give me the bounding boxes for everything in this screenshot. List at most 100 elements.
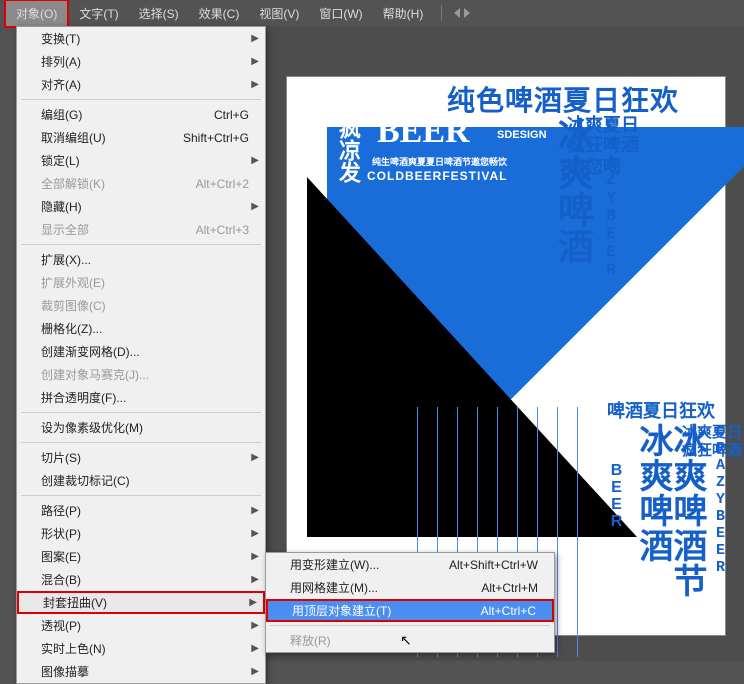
- history-arrows[interactable]: [454, 8, 470, 18]
- menu-item-16: 创建对象马赛克(J)...: [17, 363, 265, 386]
- menu-item-0[interactable]: 变换(T)▶: [17, 27, 265, 50]
- submenu-item-label: 用网格建立(M)...: [290, 579, 378, 596]
- menu-help[interactable]: 帮助(H): [373, 1, 434, 26]
- submenu-item-label: 用顶层对象建立(T): [292, 602, 391, 619]
- submenu-item-shortcut: Alt+Ctrl+M: [481, 581, 538, 595]
- menu-view[interactable]: 视图(V): [249, 1, 309, 26]
- menu-item-2[interactable]: 对齐(A) ▶: [17, 73, 265, 96]
- menu-item-17[interactable]: 拼合透明度(F)...: [17, 386, 265, 409]
- menu-item-6[interactable]: 锁定(L)▶: [17, 149, 265, 172]
- art-t10: COLDBEERFESTIVAL: [367, 169, 507, 183]
- menu-item-25[interactable]: 形状(P) ▶: [17, 522, 265, 545]
- art-t9: 纯生啤酒爽夏夏日啤酒节邀您畅饮: [372, 155, 507, 168]
- art-t3b: BEER: [607, 462, 625, 530]
- menu-item-15[interactable]: 创建渐变网格(D)...: [17, 340, 265, 363]
- menu-item-19[interactable]: 设为像素级优化(M): [17, 416, 265, 439]
- menu-item-22[interactable]: 创建裁切标记(C): [17, 469, 265, 492]
- menu-effect[interactable]: 效果(C): [189, 1, 250, 26]
- menu-item-label: 隐藏(H): [41, 198, 82, 215]
- menu-separator: [270, 625, 550, 626]
- menu-item-13: 裁剪图像(C): [17, 294, 265, 317]
- menu-separator: [21, 99, 261, 100]
- menu-item-label: 创建裁切标记(C): [41, 472, 130, 489]
- art-title-1: 啤酒狂欢节: [337, 85, 427, 111]
- menu-separator: [21, 244, 261, 245]
- separator: [441, 5, 442, 21]
- art-t12b: CRAZYBEER: [712, 423, 729, 576]
- chevron-right-icon: ▶: [251, 56, 259, 67]
- menu-item-label: 设为像素级优化(M): [41, 419, 143, 436]
- menu-item-label: 对齐(A): [41, 76, 81, 93]
- menu-item-label: 实时上色(N): [41, 640, 106, 657]
- chevron-right-icon: ▶: [251, 452, 259, 463]
- chevron-right-icon: ▶: [251, 33, 259, 44]
- menu-item-label: 扩展(X)...: [41, 251, 91, 268]
- submenu-item-0[interactable]: 用变形建立(W)... Alt+Shift+Ctrl+W: [266, 553, 554, 576]
- menu-window[interactable]: 窗口(W): [309, 1, 372, 26]
- chevron-right-icon: ▶: [251, 505, 259, 516]
- menu-object[interactable]: 对象(O): [4, 0, 69, 28]
- menu-item-label: 排列(A): [41, 53, 81, 70]
- chevron-right-icon: ▶: [251, 201, 259, 212]
- chevron-right-icon: ▶: [251, 574, 259, 585]
- menu-item-31[interactable]: 图像描摹▶: [17, 660, 265, 683]
- menu-item-label: 创建渐变网格(D)...: [41, 343, 140, 360]
- menu-item-label: 拼合透明度(F)...: [41, 389, 126, 406]
- menu-item-label: 裁剪图像(C): [41, 297, 106, 314]
- menu-item-21[interactable]: 切片(S) ▶: [17, 446, 265, 469]
- menu-item-label: 显示全部: [41, 221, 89, 238]
- menu-item-26[interactable]: 图案(E) ▶: [17, 545, 265, 568]
- menu-item-label: 编组(G): [41, 106, 82, 123]
- menu-item-5[interactable]: 取消编组(U) Shift+Ctrl+G: [17, 126, 265, 149]
- chevron-right-icon: ▶: [251, 551, 259, 562]
- submenu-item-2[interactable]: 用顶层对象建立(T) Alt+Ctrl+C: [266, 599, 554, 622]
- menu-item-4[interactable]: 编组(G) Ctrl+G: [17, 103, 265, 126]
- menu-item-24[interactable]: 路径(P) ▶: [17, 499, 265, 522]
- menu-item-label: 图案(E): [41, 548, 81, 565]
- submenu-item-shortcut: Alt+Shift+Ctrl+W: [449, 558, 538, 572]
- menu-item-label: 锁定(L): [41, 152, 80, 169]
- art-beer: BEER: [377, 113, 470, 151]
- menu-item-label: 取消编组(U): [41, 129, 106, 146]
- menu-item-1[interactable]: 排列(A) ▶: [17, 50, 265, 73]
- menu-item-shortcut: Shift+Ctrl+G: [183, 131, 249, 145]
- menu-item-label: 图像描摹: [41, 663, 89, 680]
- menu-type[interactable]: 文字(T): [69, 1, 128, 26]
- art-t13: 啤酒夏日狂欢: [607, 397, 715, 423]
- menu-select[interactable]: 选择(S): [129, 1, 189, 26]
- menu-item-label: 形状(P): [41, 525, 81, 542]
- menu-item-9: 显示全部 Alt+Ctrl+3: [17, 218, 265, 241]
- menu-item-label: 透视(P): [41, 617, 81, 634]
- chevron-right-icon: ▶: [251, 528, 259, 539]
- art-sdesign: SDESIGN: [497, 129, 547, 141]
- menu-item-shortcut: Alt+Ctrl+2: [196, 177, 249, 191]
- menu-item-14[interactable]: 栅格化(Z)...: [17, 317, 265, 340]
- chevron-right-icon: ▶: [251, 643, 259, 654]
- art-title-2: 纯色啤酒夏日狂欢: [447, 79, 679, 119]
- menu-item-28[interactable]: 封套扭曲(V)▶: [17, 591, 265, 614]
- art-t8a: 冰爽啤酒: [547, 117, 599, 265]
- cursor-icon: ↖: [400, 632, 412, 649]
- menu-item-shortcut: Alt+Ctrl+3: [196, 223, 249, 237]
- menu-item-30[interactable]: 实时上色(N) ▶: [17, 637, 265, 660]
- submenu-item-label: 用变形建立(W)...: [290, 556, 379, 573]
- submenu-item-label: 释放(R): [290, 632, 331, 649]
- menu-item-label: 封套扭曲(V): [43, 594, 107, 611]
- menu-item-8[interactable]: 隐藏(H) ▶: [17, 195, 265, 218]
- chevron-right-icon: ▶: [251, 79, 259, 90]
- menu-item-shortcut: Ctrl+G: [214, 108, 249, 122]
- object-menu-dropdown: 变换(T)▶ 排列(A) ▶ 对齐(A) ▶ 编组(G) Ctrl+G 取消编组(U) Shif…: [16, 26, 266, 684]
- menu-item-27[interactable]: 混合(B) ▶: [17, 568, 265, 591]
- submenu-item-1[interactable]: 用网格建立(M)... Alt+Ctrl+M: [266, 576, 554, 599]
- menu-item-label: 切片(S): [41, 449, 81, 466]
- menu-separator: [21, 442, 261, 443]
- menu-item-label: 混合(B): [41, 571, 81, 588]
- menu-item-11[interactable]: 扩展(X)...: [17, 248, 265, 271]
- menu-item-12: 扩展外观(E): [17, 271, 265, 294]
- menu-item-label: 路径(P): [41, 502, 81, 519]
- art-t14: 冰爽啤酒节: [663, 423, 712, 598]
- menu-item-29[interactable]: 透视(P)▶: [17, 614, 265, 637]
- art-artman: ARTMAN: [497, 115, 545, 127]
- submenu-item-shortcut: Alt+Ctrl+C: [481, 604, 536, 618]
- menu-separator: [21, 412, 261, 413]
